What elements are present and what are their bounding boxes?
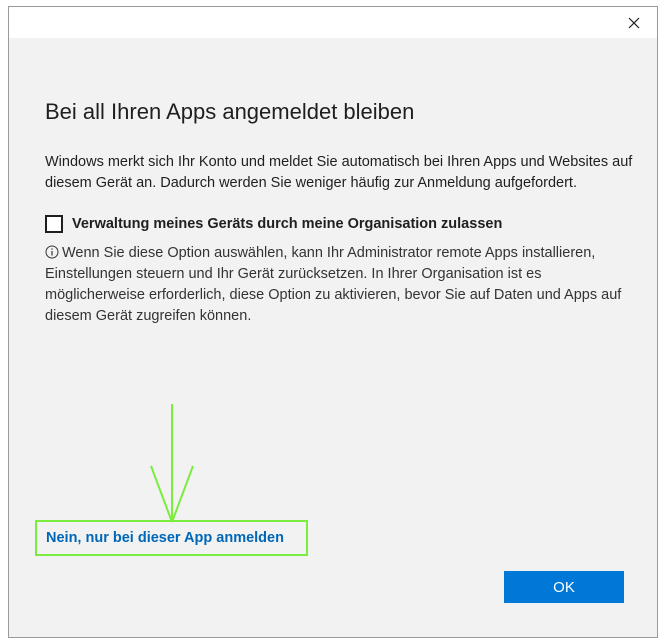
ok-button[interactable]: OK	[504, 571, 624, 603]
info-text: Wenn Sie diese Option auswählen, kann Ih…	[45, 245, 622, 324]
dialog-content: Bei all Ihren Apps angemeldet bleiben Wi…	[45, 38, 635, 327]
title-bar	[9, 7, 657, 38]
dialog-title: Bei all Ihren Apps angemeldet bleiben	[45, 99, 415, 124]
sign-in-this-app-only-link-highlight[interactable]: Nein, nur bei dieser App anmelden	[35, 520, 308, 556]
close-button[interactable]	[621, 11, 647, 35]
info-text-block: Wenn Sie diese Option auswählen, kann Ih…	[45, 243, 635, 327]
manage-device-checkbox-row[interactable]: Verwaltung meines Geräts durch meine Org…	[45, 215, 635, 233]
dialog-window: Bei all Ihren Apps angemeldet bleiben Wi…	[8, 6, 658, 638]
close-icon	[628, 17, 640, 29]
info-icon	[45, 245, 59, 259]
manage-device-checkbox-label: Verwaltung meines Geräts durch meine Org…	[72, 216, 503, 232]
sign-in-this-app-only-link[interactable]: Nein, nur bei dieser App anmelden	[46, 530, 284, 546]
manage-device-checkbox[interactable]	[45, 215, 63, 233]
arrow-down-icon	[150, 404, 194, 523]
dialog-description: Windows merkt sich Ihr Konto und meldet …	[45, 154, 633, 191]
